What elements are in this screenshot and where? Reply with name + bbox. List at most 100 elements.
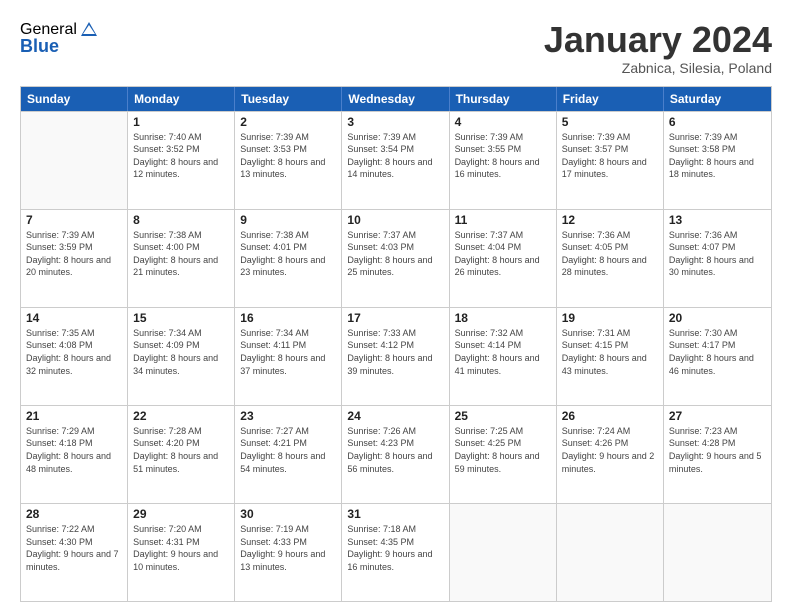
day-number: 3 [347, 115, 443, 129]
calendar-cell: 17 Sunrise: 7:33 AM Sunset: 4:12 PM Dayli… [342, 308, 449, 405]
day-number: 15 [133, 311, 229, 325]
day-info: Sunrise: 7:34 AM Sunset: 4:11 PM Dayligh… [240, 327, 336, 377]
calendar-cell: 26 Sunrise: 7:24 AM Sunset: 4:26 PM Dayli… [557, 406, 664, 503]
day-number: 23 [240, 409, 336, 423]
day-number: 16 [240, 311, 336, 325]
day-number: 20 [669, 311, 766, 325]
day-info: Sunrise: 7:19 AM Sunset: 4:33 PM Dayligh… [240, 523, 336, 573]
calendar-cell: 18 Sunrise: 7:32 AM Sunset: 4:14 PM Dayli… [450, 308, 557, 405]
title-area: January 2024 Zabnica, Silesia, Poland [544, 20, 772, 76]
day-info: Sunrise: 7:18 AM Sunset: 4:35 PM Dayligh… [347, 523, 443, 573]
day-number: 21 [26, 409, 122, 423]
calendar-cell: 1 Sunrise: 7:40 AM Sunset: 3:52 PM Daylig… [128, 112, 235, 209]
calendar-cell: 10Sunrise: 7:37 AM Sunset: 4:03 PM Dayli… [342, 210, 449, 307]
calendar-cell: 21 Sunrise: 7:29 AM Sunset: 4:18 PM Dayli… [21, 406, 128, 503]
day-number: 28 [26, 507, 122, 521]
day-info: Sunrise: 7:39 AM Sunset: 3:55 PM Dayligh… [455, 131, 551, 181]
day-number: 10 [347, 213, 443, 227]
day-number: 6 [669, 115, 766, 129]
calendar-cell: 2Sunrise: 7:39 AM Sunset: 3:53 PM Daylig… [235, 112, 342, 209]
calendar-cell [664, 504, 771, 601]
weekday-header: Thursday [450, 87, 557, 111]
calendar-cell: 31 Sunrise: 7:18 AM Sunset: 4:35 PM Dayli… [342, 504, 449, 601]
calendar-cell: 9 Sunrise: 7:38 AM Sunset: 4:01 PM Daylig… [235, 210, 342, 307]
weekday-header: Sunday [21, 87, 128, 111]
location: Zabnica, Silesia, Poland [544, 60, 772, 76]
weekday-header: Tuesday [235, 87, 342, 111]
day-info: Sunrise: 7:27 AM Sunset: 4:21 PM Dayligh… [240, 425, 336, 475]
day-info: Sunrise: 7:28 AM Sunset: 4:20 PM Dayligh… [133, 425, 229, 475]
day-info: Sunrise: 7:38 AM Sunset: 4:00 PM Dayligh… [133, 229, 229, 279]
calendar-body: 1 Sunrise: 7:40 AM Sunset: 3:52 PM Daylig… [21, 111, 771, 601]
day-info: Sunrise: 7:36 AM Sunset: 4:07 PM Dayligh… [669, 229, 766, 279]
day-info: Sunrise: 7:25 AM Sunset: 4:25 PM Dayligh… [455, 425, 551, 475]
month-title: January 2024 [544, 20, 772, 60]
day-info: Sunrise: 7:32 AM Sunset: 4:14 PM Dayligh… [455, 327, 551, 377]
calendar-cell: 25Sunrise: 7:25 AM Sunset: 4:25 PM Dayli… [450, 406, 557, 503]
day-number: 14 [26, 311, 122, 325]
calendar-cell [450, 504, 557, 601]
calendar-row: 7 Sunrise: 7:39 AM Sunset: 3:59 PM Daylig… [21, 209, 771, 307]
calendar-cell: 30Sunrise: 7:19 AM Sunset: 4:33 PM Dayli… [235, 504, 342, 601]
day-info: Sunrise: 7:34 AM Sunset: 4:09 PM Dayligh… [133, 327, 229, 377]
day-info: Sunrise: 7:35 AM Sunset: 4:08 PM Dayligh… [26, 327, 122, 377]
calendar-cell: 11Sunrise: 7:37 AM Sunset: 4:04 PM Dayli… [450, 210, 557, 307]
day-number: 8 [133, 213, 229, 227]
day-info: Sunrise: 7:24 AM Sunset: 4:26 PM Dayligh… [562, 425, 658, 475]
day-info: Sunrise: 7:38 AM Sunset: 4:01 PM Dayligh… [240, 229, 336, 279]
calendar-cell: 13 Sunrise: 7:36 AM Sunset: 4:07 PM Dayli… [664, 210, 771, 307]
calendar-cell: 16 Sunrise: 7:34 AM Sunset: 4:11 PM Dayli… [235, 308, 342, 405]
calendar-cell: 27Sunrise: 7:23 AM Sunset: 4:28 PM Dayli… [664, 406, 771, 503]
day-number: 17 [347, 311, 443, 325]
calendar-cell: 14 Sunrise: 7:35 AM Sunset: 4:08 PM Dayli… [21, 308, 128, 405]
day-number: 31 [347, 507, 443, 521]
day-number: 1 [133, 115, 229, 129]
calendar-row: 21 Sunrise: 7:29 AM Sunset: 4:18 PM Dayli… [21, 405, 771, 503]
day-number: 19 [562, 311, 658, 325]
calendar: SundayMondayTuesdayWednesdayThursdayFrid… [20, 86, 772, 602]
calendar-cell: 12 Sunrise: 7:36 AM Sunset: 4:05 PM Dayli… [557, 210, 664, 307]
calendar-row: 28Sunrise: 7:22 AM Sunset: 4:30 PM Dayli… [21, 503, 771, 601]
calendar-cell: 24 Sunrise: 7:26 AM Sunset: 4:23 PM Dayli… [342, 406, 449, 503]
day-number: 18 [455, 311, 551, 325]
day-number: 27 [669, 409, 766, 423]
day-number: 12 [562, 213, 658, 227]
day-info: Sunrise: 7:26 AM Sunset: 4:23 PM Dayligh… [347, 425, 443, 475]
day-info: Sunrise: 7:39 AM Sunset: 3:57 PM Dayligh… [562, 131, 658, 181]
calendar-cell: 4Sunrise: 7:39 AM Sunset: 3:55 PM Daylig… [450, 112, 557, 209]
day-number: 29 [133, 507, 229, 521]
calendar-cell: 3 Sunrise: 7:39 AM Sunset: 3:54 PM Daylig… [342, 112, 449, 209]
calendar-cell: 20 Sunrise: 7:30 AM Sunset: 4:17 PM Dayli… [664, 308, 771, 405]
logo: General Blue [20, 20, 99, 57]
day-number: 11 [455, 213, 551, 227]
calendar-cell [21, 112, 128, 209]
calendar-cell [557, 504, 664, 601]
day-number: 26 [562, 409, 658, 423]
day-number: 13 [669, 213, 766, 227]
day-number: 7 [26, 213, 122, 227]
calendar-cell: 6Sunrise: 7:39 AM Sunset: 3:58 PM Daylig… [664, 112, 771, 209]
day-info: Sunrise: 7:39 AM Sunset: 3:59 PM Dayligh… [26, 229, 122, 279]
calendar-row: 14 Sunrise: 7:35 AM Sunset: 4:08 PM Dayli… [21, 307, 771, 405]
day-info: Sunrise: 7:29 AM Sunset: 4:18 PM Dayligh… [26, 425, 122, 475]
calendar-cell: 8 Sunrise: 7:38 AM Sunset: 4:00 PM Daylig… [128, 210, 235, 307]
day-info: Sunrise: 7:36 AM Sunset: 4:05 PM Dayligh… [562, 229, 658, 279]
weekday-header: Friday [557, 87, 664, 111]
day-info: Sunrise: 7:33 AM Sunset: 4:12 PM Dayligh… [347, 327, 443, 377]
day-number: 22 [133, 409, 229, 423]
day-info: Sunrise: 7:40 AM Sunset: 3:52 PM Dayligh… [133, 131, 229, 181]
logo-blue: Blue [20, 36, 59, 57]
day-number: 5 [562, 115, 658, 129]
day-info: Sunrise: 7:30 AM Sunset: 4:17 PM Dayligh… [669, 327, 766, 377]
calendar-cell: 19 Sunrise: 7:31 AM Sunset: 4:15 PM Dayli… [557, 308, 664, 405]
day-number: 9 [240, 213, 336, 227]
day-number: 24 [347, 409, 443, 423]
calendar-cell: 15 Sunrise: 7:34 AM Sunset: 4:09 PM Dayli… [128, 308, 235, 405]
calendar-row: 1 Sunrise: 7:40 AM Sunset: 3:52 PM Daylig… [21, 111, 771, 209]
day-info: Sunrise: 7:39 AM Sunset: 3:54 PM Dayligh… [347, 131, 443, 181]
day-info: Sunrise: 7:39 AM Sunset: 3:53 PM Dayligh… [240, 131, 336, 181]
weekday-header: Wednesday [342, 87, 449, 111]
header: General Blue January 2024 Zabnica, Siles… [20, 20, 772, 76]
day-info: Sunrise: 7:31 AM Sunset: 4:15 PM Dayligh… [562, 327, 658, 377]
calendar-cell: 28Sunrise: 7:22 AM Sunset: 4:30 PM Dayli… [21, 504, 128, 601]
